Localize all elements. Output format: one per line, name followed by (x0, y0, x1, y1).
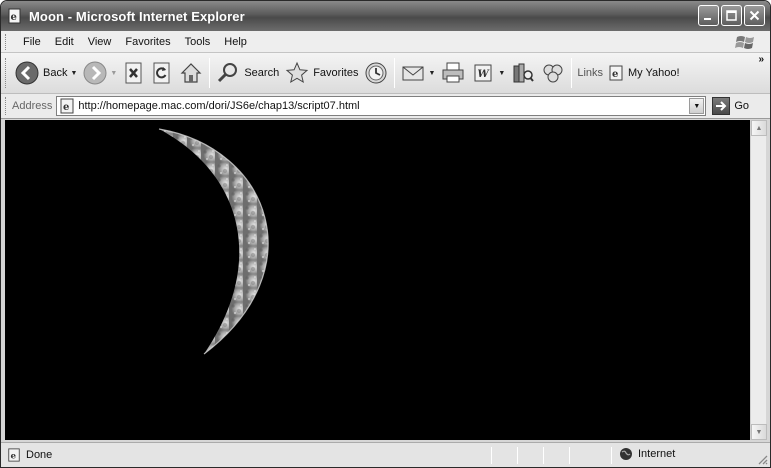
toolbar-grip[interactable] (5, 58, 8, 88)
resize-grip-icon[interactable] (756, 453, 768, 465)
close-button[interactable] (744, 5, 765, 26)
windows-logo-icon (735, 36, 754, 49)
go-button[interactable]: Go (712, 97, 749, 115)
security-zone[interactable]: Internet (619, 447, 675, 461)
mail-icon (402, 66, 424, 81)
link-my-yahoo[interactable]: My Yahoo! (628, 67, 680, 79)
history-button[interactable] (361, 56, 391, 90)
status-separator (543, 447, 544, 464)
menu-tools[interactable]: Tools (178, 32, 218, 52)
scroll-up-icon[interactable]: ▲ (751, 120, 767, 136)
refresh-button[interactable] (148, 56, 176, 90)
status-bar: e Done Internet (1, 442, 770, 467)
go-arrow-icon (712, 97, 731, 115)
research-button[interactable] (508, 56, 538, 90)
home-button[interactable] (176, 56, 206, 90)
svg-text:e: e (63, 102, 69, 113)
zone-label: Internet (638, 448, 676, 460)
printer-icon (442, 62, 464, 83)
menu-grip[interactable] (5, 33, 8, 50)
forward-button[interactable]: ▼ (80, 56, 120, 90)
internet-globe-icon (620, 448, 632, 460)
menu-edit[interactable]: Edit (48, 32, 81, 52)
menu-favorites[interactable]: Favorites (118, 32, 177, 52)
toolbar-overflow-chevron-icon[interactable]: » (758, 54, 764, 65)
go-label: Go (734, 100, 750, 112)
research-books-icon (513, 63, 535, 83)
link-page-icon: e (609, 65, 623, 81)
svg-text:W: W (478, 69, 491, 80)
browser-window: e Moon - Microsoft Internet Explorer Fil… (0, 0, 771, 468)
toolbar-separator (209, 58, 211, 88)
stop-button[interactable] (120, 56, 148, 90)
search-button[interactable]: Search (213, 56, 282, 90)
close-icon (749, 10, 760, 21)
toolbar-separator (571, 58, 573, 88)
messenger-button[interactable] (538, 56, 568, 90)
forward-dropdown-icon[interactable]: ▼ (110, 70, 117, 77)
window-controls (698, 5, 765, 26)
toolbar-separator (394, 58, 396, 88)
search-label: Search (244, 67, 280, 79)
forward-arrow-icon (83, 61, 107, 85)
svg-text:e: e (612, 69, 618, 80)
status-text: Done (26, 449, 53, 461)
address-page-icon: e (60, 98, 74, 114)
address-label: Address (12, 100, 53, 112)
title-bar[interactable]: e Moon - Microsoft Internet Explorer (1, 1, 770, 31)
status-separator (491, 447, 492, 464)
moon-image (158, 128, 269, 355)
mail-dropdown-icon[interactable]: ▼ (428, 70, 435, 77)
favorites-label: Favorites (313, 67, 359, 79)
edit-dropdown-icon[interactable]: ▼ (498, 70, 505, 77)
address-dropdown-icon[interactable]: ▼ (689, 98, 705, 114)
menu-help[interactable]: Help (217, 32, 254, 52)
minimize-icon (704, 18, 711, 20)
menu-view[interactable]: View (81, 32, 119, 52)
refresh-icon (153, 62, 170, 84)
menu-bar: File Edit View Favorites Tools Help (1, 31, 770, 53)
search-icon (218, 63, 238, 83)
address-input[interactable]: e http://homepage.mac.com/dori/JS6e/chap… (56, 96, 707, 116)
mail-button[interactable]: ▼ (398, 56, 438, 90)
status-separator (611, 447, 612, 464)
word-edit-icon: W (474, 64, 492, 82)
back-arrow-icon (15, 61, 39, 85)
scroll-down-icon[interactable]: ▼ (751, 424, 767, 440)
svg-text:e: e (11, 452, 17, 462)
address-grip[interactable] (5, 97, 8, 115)
links-toolbar: Links e My Yahoo! (577, 65, 680, 81)
minimize-button[interactable] (698, 5, 719, 26)
window-title: Moon - Microsoft Internet Explorer (29, 8, 245, 24)
back-label: Back (43, 67, 68, 79)
stop-icon (125, 62, 142, 84)
back-dropdown-icon[interactable]: ▼ (70, 70, 77, 77)
status-separator (517, 447, 518, 464)
favorites-star-icon (285, 61, 309, 84)
status-separator (569, 447, 570, 464)
status-page-icon: e (8, 448, 20, 462)
edit-button[interactable]: W ▼ (468, 56, 508, 90)
maximize-button[interactable] (721, 5, 742, 26)
links-label: Links (577, 67, 604, 79)
address-url: http://homepage.mac.com/dori/JS6e/chap13… (78, 100, 360, 112)
menu-file[interactable]: File (16, 32, 48, 52)
messenger-icon (543, 64, 563, 83)
print-button[interactable] (438, 56, 468, 90)
maximize-icon (726, 10, 737, 21)
address-bar: Address e http://homepage.mac.com/dori/J… (1, 94, 770, 119)
page-content (5, 120, 750, 440)
home-icon (180, 63, 202, 83)
vertical-scrollbar[interactable]: ▲ ▼ (750, 120, 767, 440)
standard-toolbar: Back ▼ ▼ Search Favorites ▼ W ▼ Links e … (1, 53, 770, 94)
svg-text:e: e (11, 12, 17, 23)
ie-page-icon: e (8, 8, 21, 24)
favorites-button[interactable]: Favorites (282, 56, 361, 90)
back-button[interactable]: Back ▼ (12, 56, 80, 90)
history-icon (365, 62, 387, 84)
